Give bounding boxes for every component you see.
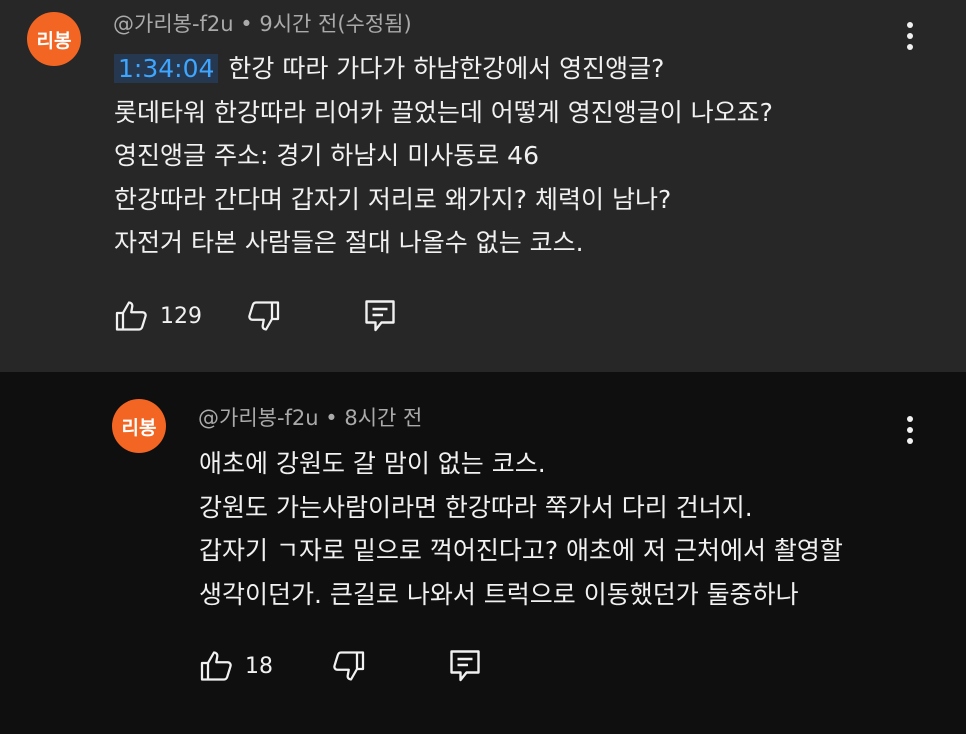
comment-line: 강원도 가는사람이라면 한강따라 쭉가서 다리 건너지. xyxy=(199,492,753,522)
comment-line: 롯데타워 한강따라 리어카 끌었는데 어떻게 영진앵글이 나오죠? xyxy=(114,97,773,127)
comment-line: 1:34:04 한강 따라 가다가 하남한강에서 영진앵글? xyxy=(114,47,773,91)
comment-line: 생각이던가. 큰길로 나와서 트럭으로 이동했던가 둘중하나 xyxy=(199,579,799,609)
thumbs-down-icon[interactable] xyxy=(330,648,366,684)
comment-line: 갑자기 ㄱ자로 밑으로 꺽어진다고? 애초에 저 근처에서 촬영할 xyxy=(199,536,843,565)
comment-thread-2: 리봉 @가리봉-f2u • 8시간 전 애초에 강원도 갈 맘이 없는 코스. … xyxy=(0,372,966,734)
avatar[interactable]: 리봉 xyxy=(112,399,166,453)
timestamp-link[interactable]: 1:34:04 xyxy=(114,54,219,83)
comment-line: 한강따라 간다며 갑자기 저리로 왜가지? 체력이 남나? xyxy=(114,184,672,214)
comment-body: 애초에 강원도 갈 맘이 없는 코스. 강원도 가는사람이라면 한강따라 쭉가서… xyxy=(199,442,843,616)
avatar[interactable]: 리봉 xyxy=(27,12,81,66)
comment-line-text: 한강 따라 가다가 하남한강에서 영진앵글? xyxy=(228,54,665,83)
like-count: 18 xyxy=(245,654,273,679)
comment-line: 자전거 타본 사람들은 절대 나올수 없는 코스. xyxy=(114,228,584,257)
thumbs-down-icon[interactable] xyxy=(245,298,281,334)
like-count: 129 xyxy=(160,304,202,329)
more-vert-icon[interactable] xyxy=(905,416,915,446)
comment-author-meta[interactable]: @가리봉-f2u • 9시간 전(수정됨) xyxy=(113,8,412,38)
thumbs-up-icon[interactable] xyxy=(199,648,235,684)
comment-author-meta[interactable]: @가리봉-f2u • 8시간 전 xyxy=(198,402,422,432)
more-vert-icon[interactable] xyxy=(905,22,915,52)
reply-icon[interactable] xyxy=(362,296,398,334)
comment-line: 애초에 강원도 갈 맘이 없는 코스. xyxy=(199,449,546,478)
comment-line: 영진앵글 주소: 경기 하남시 미사동로 46 xyxy=(114,141,539,170)
comment-body: 1:34:04 한강 따라 가다가 하남한강에서 영진앵글? 롯데타워 한강따라 … xyxy=(114,47,773,265)
comment-thread-1: 리봉 @가리봉-f2u • 9시간 전(수정됨) 1:34:04 한강 따라 가다… xyxy=(0,0,966,372)
thumbs-up-icon[interactable] xyxy=(114,298,150,334)
reply-icon[interactable] xyxy=(447,646,483,684)
